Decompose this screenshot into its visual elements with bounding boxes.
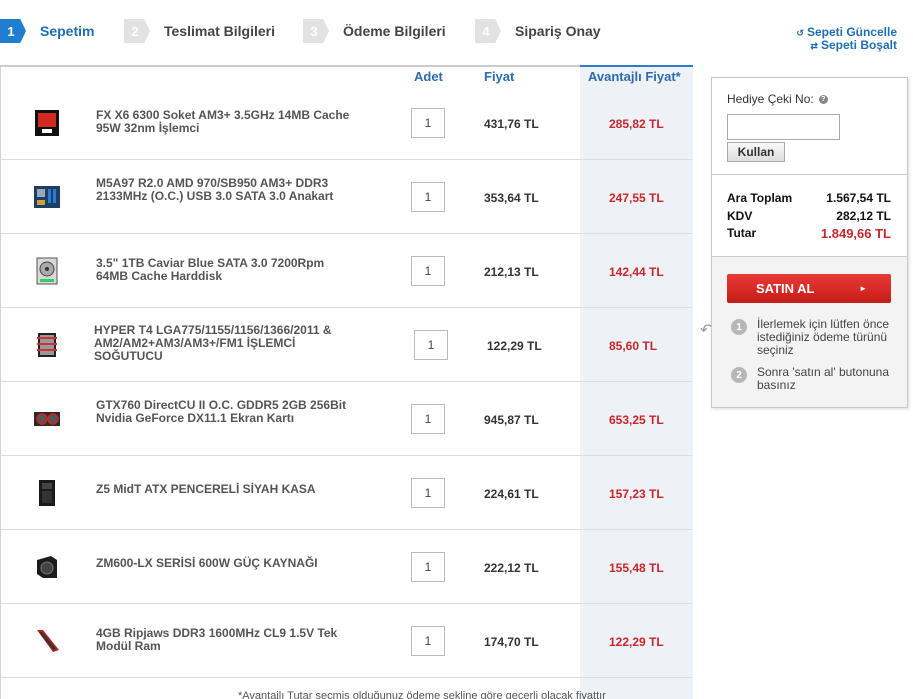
unit-price: 122,29 TL (487, 339, 542, 353)
quantity-input[interactable] (411, 552, 445, 582)
step-number: 3 (303, 19, 329, 43)
advantage-price: 285,82 TL (609, 117, 664, 131)
unit-price: 353,64 TL (484, 191, 539, 205)
vat-row: KDV 282,12 TL (727, 209, 891, 223)
order-summary-panel: Hediye Çeki No: ? Kullan Ara Toplam 1.56… (711, 77, 908, 408)
step-payment[interactable]: 3 Ödeme Bilgileri (303, 19, 446, 43)
power-supply-icon[interactable] (31, 552, 63, 582)
step-delivery[interactable]: 2 Teslimat Bilgileri (124, 19, 275, 43)
table-row: ZM600-LX SERİSİ 600W GÜÇ KAYNAĞI 222,12 … (1, 530, 692, 604)
advantage-price: 155,48 TL (609, 561, 664, 575)
product-name[interactable]: FX X6 6300 Soket AM3+ 3.5GHz 14MB Cache … (96, 109, 356, 135)
unit-price: 224,61 TL (484, 487, 539, 501)
gift-voucher-input[interactable] (727, 114, 840, 140)
cpu-cooler-icon[interactable] (31, 330, 63, 360)
product-name[interactable]: Z5 MidT ATX PENCERELİ SİYAH KASA (96, 483, 356, 496)
advantage-price: 122,29 TL (609, 635, 664, 649)
table-row: Z5 MidT ATX PENCERELİ SİYAH KASA 224,61 … (1, 456, 692, 530)
graphics-card-icon[interactable] (31, 404, 63, 434)
vat-label: KDV (727, 209, 753, 223)
table-row: 3.5" 1TB Caviar Blue SATA 3.0 7200Rpm 64… (1, 234, 692, 308)
total-row: Tutar 1.849,66 TL (727, 226, 891, 241)
hint-number: 2 (731, 367, 747, 383)
checkout-steps: 1 Sepetim 2 Teslimat Bilgileri 3 Ödeme B… (0, 19, 913, 43)
step-number: 2 (124, 19, 150, 43)
step-cart[interactable]: 1 Sepetim (0, 19, 94, 43)
help-icon[interactable]: ? (818, 94, 828, 104)
hint-text: Sonra 'satın al' butonuna basınız (757, 365, 890, 392)
hint-step-1: 1 İlerlemek için lütfen önce istediğiniz… (731, 318, 907, 357)
step-label: Sepetim (40, 23, 95, 39)
table-row: 4GB Ripjaws DDR3 1600MHz CL9 1.5V Tek Mo… (1, 604, 692, 678)
product-name[interactable]: HYPER T4 LGA775/1155/1156/1366/2011 & AM… (94, 324, 356, 363)
quantity-input[interactable] (411, 182, 445, 212)
quantity-input[interactable] (411, 108, 445, 138)
step-confirm[interactable]: 4 Sipariş Onay (475, 19, 601, 43)
subtotal-row: Ara Toplam 1.567,54 TL (727, 191, 891, 205)
table-row: M5A97 R2.0 AMD 970/SB950 AM3+ DDR3 2133M… (1, 160, 692, 234)
arrow-right-icon: ► (859, 284, 867, 293)
subtotal-label: Ara Toplam (727, 191, 793, 205)
quantity-input[interactable] (411, 404, 445, 434)
unit-price: 222,12 TL (484, 561, 539, 575)
unit-price: 945,87 TL (484, 413, 539, 427)
advantage-price: 157,23 TL (609, 487, 664, 501)
gift-voucher-label: Hediye Çeki No: ? (727, 92, 828, 106)
quantity-input[interactable] (411, 256, 445, 286)
hint-step-2: 2 Sonra 'satın al' butonuna basınız (731, 366, 907, 392)
table-row: GTX760 DirectCU II O.C. GDDR5 2GB 256Bit… (1, 382, 692, 456)
table-row: HYPER T4 LGA775/1155/1156/1366/2011 & AM… (1, 308, 692, 382)
header-qty: Adet (414, 69, 443, 84)
step-number: 1 (0, 19, 26, 43)
hint-number: 1 (731, 319, 747, 335)
buy-button[interactable]: SATIN AL ► (727, 274, 891, 303)
header-price: Fiyat (484, 69, 515, 84)
subtotal-value: 1.567,54 TL (826, 191, 891, 205)
step-label: Ödeme Bilgileri (343, 23, 446, 39)
cart-actions: ↺ Sepeti Güncelle ⇄ Sepeti Boşalt (792, 26, 897, 52)
empty-cart-link[interactable]: ⇄ Sepeti Boşalt (792, 39, 897, 52)
cart-table: Adet Fiyat Avantajlı Fiyat* FX X6 6300 S… (0, 65, 693, 699)
motherboard-icon[interactable] (31, 182, 63, 212)
advantage-price: 85,60 TL (609, 339, 658, 353)
empty-cart-icon: ⇄ (810, 40, 818, 51)
step-label: Sipariş Onay (515, 23, 601, 39)
total-label: Tutar (727, 226, 757, 240)
step-number: 4 (475, 19, 501, 43)
advantage-price: 653,25 TL (609, 413, 664, 427)
vat-value: 282,12 TL (836, 209, 891, 223)
advantage-price: 247,55 TL (609, 191, 664, 205)
table-row: FX X6 6300 Soket AM3+ 3.5GHz 14MB Cache … (1, 86, 692, 160)
unit-price: 174,70 TL (484, 635, 539, 649)
harddisk-icon[interactable] (31, 256, 63, 286)
advantage-footnote: *Avantajlı Tutar seçmiş olduğunuz ödeme … (238, 690, 606, 699)
product-name[interactable]: M5A97 R2.0 AMD 970/SB950 AM3+ DDR3 2133M… (96, 177, 356, 203)
quantity-input[interactable] (411, 478, 445, 508)
ram-module-icon[interactable] (31, 626, 63, 656)
product-name[interactable]: 3.5" 1TB Caviar Blue SATA 3.0 7200Rpm 64… (96, 257, 356, 283)
empty-cart-label: Sepeti Boşalt (820, 38, 897, 52)
quantity-input[interactable] (414, 330, 448, 360)
pc-case-icon[interactable] (31, 478, 63, 508)
buy-button-label: SATIN AL (756, 281, 815, 296)
cpu-box-icon[interactable] (31, 108, 63, 138)
divider (712, 174, 907, 175)
advantage-column-accent (580, 65, 693, 67)
product-name[interactable]: GTX760 DirectCU II O.C. GDDR5 2GB 256Bit… (96, 399, 356, 425)
quantity-input[interactable] (411, 626, 445, 656)
advantage-price: 142,44 TL (609, 265, 664, 279)
use-voucher-button[interactable]: Kullan (727, 142, 785, 162)
product-name[interactable]: 4GB Ripjaws DDR3 1600MHz CL9 1.5V Tek Mo… (96, 627, 356, 653)
gift-voucher-text: Hediye Çeki No: (727, 92, 814, 106)
product-name[interactable]: ZM600-LX SERİSİ 600W GÜÇ KAYNAĞI (96, 557, 356, 570)
refresh-icon: ↺ (796, 27, 804, 38)
header-advantage-price: Avantajlı Fiyat* (588, 69, 681, 84)
total-value: 1.849,66 TL (820, 226, 891, 241)
unit-price: 212,13 TL (484, 265, 539, 279)
hint-text: İlerlemek için lütfen önce istediğiniz ö… (757, 317, 890, 357)
unit-price: 431,76 TL (484, 117, 539, 131)
step-label: Teslimat Bilgileri (164, 23, 275, 39)
